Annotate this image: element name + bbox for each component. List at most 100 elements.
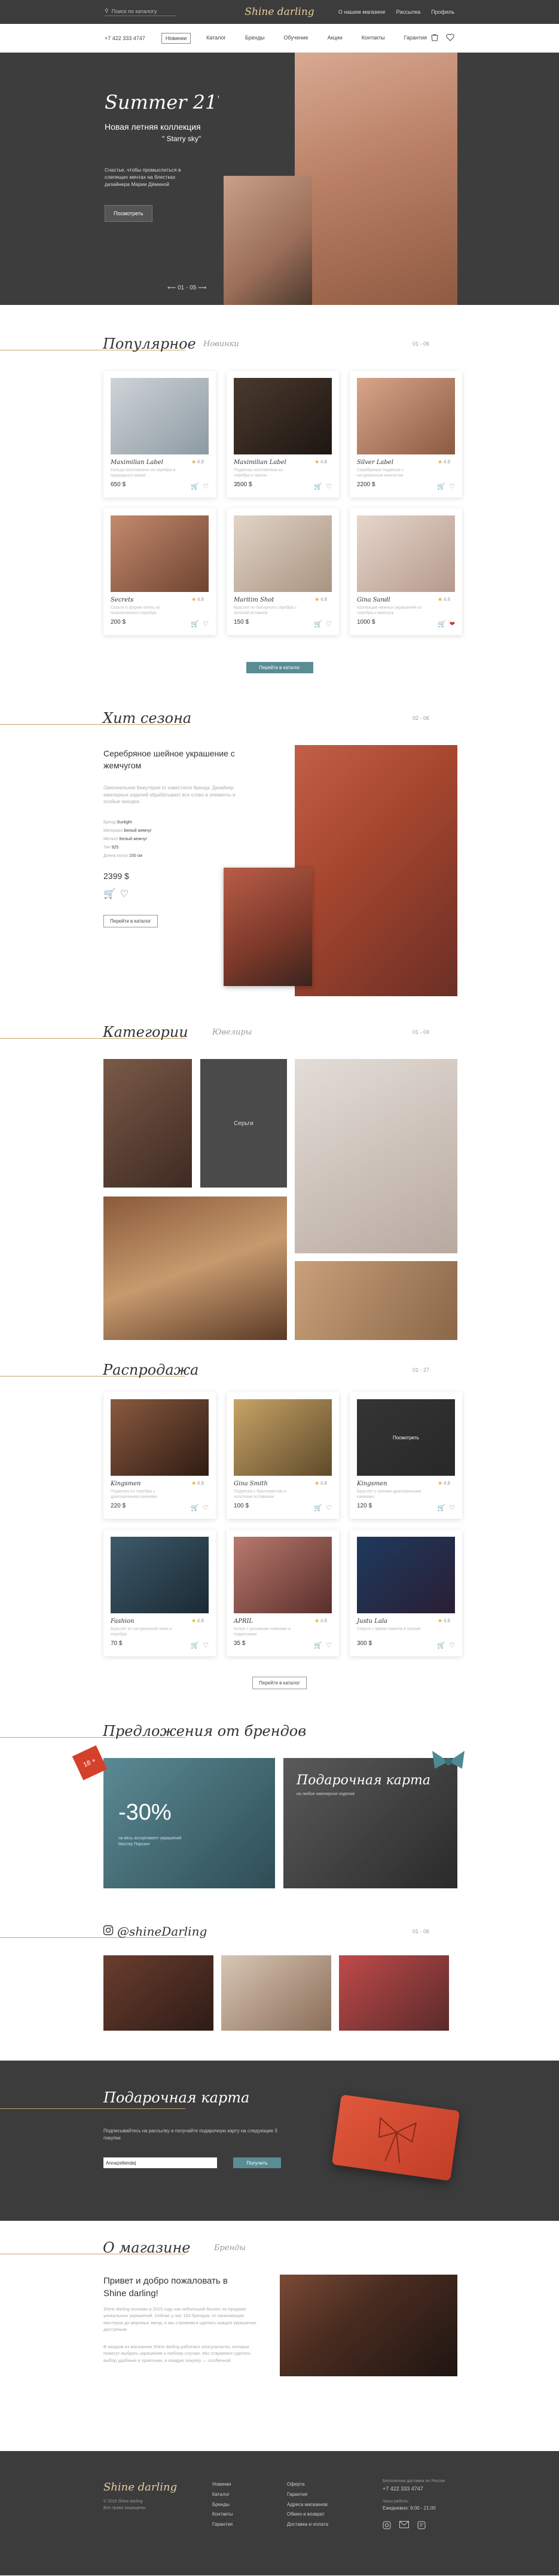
footer-link[interactable]: Обмен и возврат	[287, 2510, 328, 2520]
footer-link[interactable]: Бренды	[212, 2500, 233, 2510]
heart-icon[interactable]	[446, 33, 454, 42]
menu-item-new[interactable]: Новинки	[161, 32, 191, 44]
footer-link[interactable]: Доставка и оплата	[287, 2520, 328, 2530]
heart-icon[interactable]: ♡	[326, 1504, 332, 1512]
product-card[interactable]: Maximilian Label ★ 4.8 Подвеска изготовл…	[227, 371, 339, 498]
search-field[interactable]: ⚲ Поиск по каталогу	[105, 8, 176, 16]
heart-icon[interactable]: ♡	[203, 483, 209, 490]
product-rating: ★ 4.8	[314, 459, 327, 465]
cart-icon[interactable]: 🛒	[191, 1504, 199, 1512]
heart-icon[interactable]: ♡	[203, 620, 209, 628]
cart-icon[interactable]: 🛒	[314, 483, 322, 490]
email-field[interactable]	[103, 2157, 217, 2168]
offer-discount[interactable]: -30% на весь ассортимент украшений Мисте…	[103, 1758, 275, 1888]
catalog-button[interactable]: Перейти в каталог	[252, 1677, 307, 1689]
product-card[interactable]: Silver Label ★ 4.9 Серебряные подвески с…	[350, 371, 462, 498]
tab-brands[interactable]: Бренды	[214, 2244, 246, 2253]
instagram-post[interactable]	[103, 1955, 213, 2031]
footer-link[interactable]: Оферта	[287, 2480, 328, 2490]
star-icon: ★	[438, 1618, 442, 1623]
hero-view-button[interactable]: Посмотреть	[105, 205, 152, 222]
footer-phone[interactable]: +7 422 333 4747	[383, 2485, 445, 2493]
instagram-icon[interactable]	[383, 2521, 391, 2532]
arrow-right-icon[interactable]: ⟶	[198, 285, 206, 291]
product-image	[357, 515, 455, 592]
pager[interactable]: 01 - 04	[413, 1029, 429, 1035]
cart-icon[interactable]: 🛒	[437, 1504, 445, 1512]
product-card[interactable]: Secrets ★ 4.8 Серьги в форме колец из по…	[103, 508, 216, 635]
top-link-subscribe[interactable]: Рассылка	[396, 9, 421, 15]
cart-icon[interactable]: 🛒	[191, 1641, 199, 1649]
heart-icon[interactable]: ♡	[449, 483, 455, 490]
category-earrings[interactable]: Серьги	[200, 1059, 287, 1188]
footer-logo[interactable]: Shine darling	[103, 2481, 177, 2493]
cart-icon[interactable]: 🛒	[314, 1641, 322, 1649]
product-card[interactable]: Fashion ★ 4.8 Браслет из натуральной кож…	[103, 1530, 216, 1656]
footer-link[interactable]: Адреса магазинов	[287, 2500, 328, 2510]
cart-icon[interactable]: 🛒	[191, 483, 199, 490]
heart-icon[interactable]: ♡	[120, 888, 129, 900]
product-card[interactable]: Gina Sandl ★ 4.6 Коллекция нежных украше…	[350, 508, 462, 635]
pager[interactable]: 01 - 06	[413, 1928, 429, 1934]
cart-icon[interactable]: 🛒	[314, 1504, 322, 1512]
category-watches[interactable]	[295, 1059, 457, 1253]
footer-link[interactable]: Гарантия	[212, 2520, 233, 2530]
menu-item-education[interactable]: Обучение	[280, 33, 311, 44]
footer-link[interactable]: Каталог	[212, 2490, 233, 2500]
instagram-post[interactable]	[221, 1955, 331, 2031]
category-bracelets[interactable]	[103, 1197, 287, 1340]
footer-link[interactable]: Гарантия	[287, 2490, 328, 2500]
get-gift-button[interactable]: Получить	[233, 2157, 281, 2168]
category-chains[interactable]	[295, 1261, 457, 1340]
product-card[interactable]: Kingsmen ★ 4.8 Подвеска из серебра с дра…	[103, 1392, 216, 1519]
heart-icon[interactable]: ♡	[326, 1641, 332, 1649]
cart-icon[interactable]: 🛒	[438, 620, 446, 628]
cart-icon[interactable]	[430, 33, 439, 43]
product-card[interactable]: Maritim Shot ★ 4.8 Браслет из бисерного …	[227, 508, 339, 635]
heart-icon[interactable]: ♡	[326, 483, 332, 490]
instagram-post[interactable]	[339, 1955, 449, 2031]
mail-icon[interactable]	[399, 2520, 409, 2532]
cart-icon[interactable]: 🛒	[437, 1641, 445, 1649]
chat-icon[interactable]	[417, 2521, 426, 2532]
pager[interactable]: 01 - 27	[413, 1367, 429, 1373]
product-card[interactable]: Maximilian Label ★ 4.8 Кольцо изготовлен…	[103, 371, 216, 498]
tab-jewelers[interactable]: Ювелиры	[212, 1028, 252, 1037]
discount-description: на весь ассортимент украшений Мистер Пир…	[118, 1836, 182, 1846]
tab-new[interactable]: Новинки	[203, 340, 239, 349]
heart-icon[interactable]: ❤	[450, 620, 455, 628]
cart-icon[interactable]: 🛒	[437, 483, 445, 490]
catalog-button[interactable]: Перейти в каталог	[103, 914, 158, 927]
top-link-about[interactable]: О нашем магазине	[338, 9, 386, 15]
cart-icon[interactable]: 🛒	[314, 620, 322, 628]
menu-item-warranty[interactable]: Гарантия	[401, 33, 430, 44]
product-card[interactable]: Justu Lala ★ 4.8 Серьги с ярким камнем в…	[350, 1530, 462, 1656]
product-card[interactable]: APRIL ★ 4.8 Колье с розовыми камнями и п…	[227, 1530, 339, 1656]
product-description: Подвеска из серебра с драгоценными камня…	[111, 1490, 157, 1500]
menu-item-contacts[interactable]: Контакты	[358, 33, 389, 44]
top-link-profile[interactable]: Профиль	[431, 9, 454, 15]
cart-icon[interactable]: 🛒	[103, 888, 115, 900]
menu-item-sales[interactable]: Акции	[324, 33, 346, 44]
catalog-button[interactable]: Перейти в каталог	[246, 662, 313, 673]
view-overlay[interactable]: Посмотреть	[357, 1399, 455, 1476]
category-rings[interactable]	[103, 1059, 192, 1188]
pager[interactable]: 01 - 06	[413, 341, 429, 347]
footer-link[interactable]: Новинки	[212, 2480, 233, 2490]
pager[interactable]: 02 - 06	[413, 715, 429, 721]
phone[interactable]: +7 422 333 4747	[105, 35, 146, 41]
heart-icon[interactable]: ♡	[326, 620, 332, 628]
logo[interactable]: Shine darling	[245, 6, 314, 18]
arrow-left-icon[interactable]: ⟵	[167, 285, 176, 291]
menu-item-catalog[interactable]: Каталог	[203, 33, 230, 44]
heart-icon[interactable]: ♡	[449, 1641, 455, 1649]
product-card[interactable]: Посмотреть Kingsmen ★ 4.8 Браслет с сини…	[350, 1392, 462, 1519]
heart-icon[interactable]: ♡	[203, 1641, 209, 1649]
heart-icon[interactable]: ♡	[449, 1504, 455, 1512]
footer-link[interactable]: Контакты	[212, 2510, 233, 2520]
cart-icon[interactable]: 🛒	[191, 620, 199, 628]
heart-icon[interactable]: ♡	[203, 1504, 209, 1512]
menu-item-brands[interactable]: Бренды	[242, 33, 268, 44]
hit-image-main	[295, 745, 457, 996]
product-card[interactable]: Gina Smith ★ 4.8 Подвеска с бриллиантом …	[227, 1392, 339, 1519]
